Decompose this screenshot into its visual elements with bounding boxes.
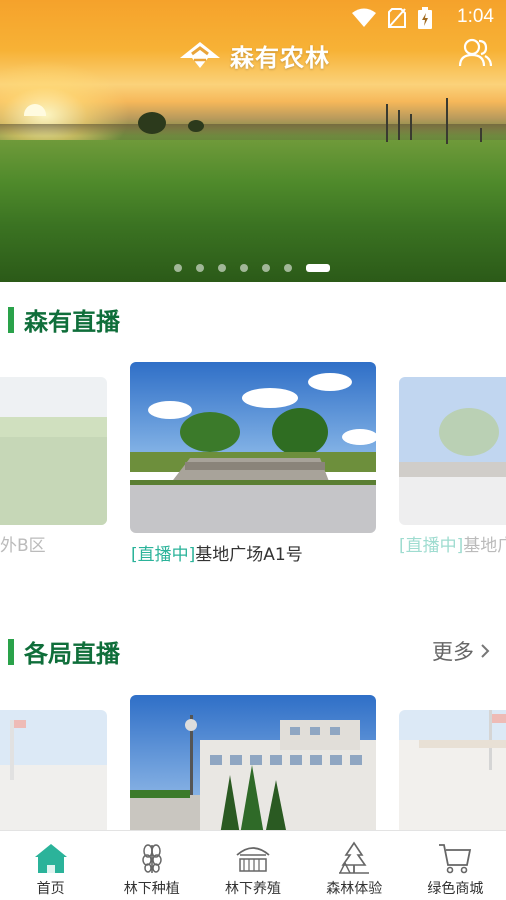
section-title-live: 森有直播 xyxy=(24,308,120,336)
plant-icon xyxy=(142,844,162,873)
power-pole xyxy=(410,114,412,140)
live-status-tag: [直播中] xyxy=(399,536,464,556)
card-thumbnail xyxy=(130,695,376,835)
home-icon xyxy=(34,844,67,873)
live-card-title: 基地广 xyxy=(463,536,506,556)
section-title-bureau: 各局直播 xyxy=(24,640,120,668)
app-screen: 1:04 森有农林 森有直播 外B区 [直播中]基地广场A1号 [直播中]基地广… xyxy=(0,0,506,900)
hero-banner[interactable]: 1:04 森有农林 xyxy=(0,0,506,282)
nav-label: 首页 xyxy=(36,881,65,897)
meadow xyxy=(0,140,506,282)
pagination-dot[interactable] xyxy=(174,264,182,272)
live-card-next-caption: [直播中]基地广 xyxy=(399,531,506,556)
section-accent-bar xyxy=(8,306,14,333)
no-sim-icon xyxy=(388,8,406,28)
bureau-card-prev[interactable] xyxy=(0,710,107,835)
nav-home[interactable]: 首页 xyxy=(0,831,101,900)
nav-forest-planting[interactable]: 林下种植 xyxy=(101,831,202,900)
farm-shed-icon xyxy=(236,847,270,872)
more-link[interactable]: 更多 xyxy=(432,636,490,666)
nav-label: 绿色商城 xyxy=(427,881,484,897)
bottom-navigation: 首页 林下种植 林下养殖 森林体验 绿色商城 xyxy=(0,830,506,900)
pagination-dot[interactable] xyxy=(240,264,248,272)
power-pole xyxy=(398,110,400,140)
wifi-icon xyxy=(352,8,376,27)
forest-tree-icon xyxy=(339,841,370,874)
power-pole xyxy=(446,98,448,144)
bureau-card-next[interactable] xyxy=(399,710,506,835)
tree xyxy=(138,112,166,134)
live-card-main[interactable] xyxy=(130,362,376,533)
card-thumbnail xyxy=(0,710,107,835)
card-thumbnail xyxy=(0,377,107,525)
app-logo: 森有农林 xyxy=(178,38,330,73)
pagination-dot-active[interactable] xyxy=(306,264,330,272)
nav-forest-experience[interactable]: 森林体验 xyxy=(304,831,405,900)
horizon xyxy=(0,124,506,136)
logo-icon xyxy=(180,41,220,68)
battery-icon xyxy=(418,7,432,29)
status-time: 1:04 xyxy=(457,6,494,27)
banner-pagination[interactable] xyxy=(174,264,330,272)
power-pole xyxy=(480,128,482,142)
live-card-prev-caption: 外B区 xyxy=(0,536,46,556)
pagination-dot[interactable] xyxy=(218,264,226,272)
bureau-card-main[interactable] xyxy=(130,695,376,835)
section-header-bureau: 各局直播 xyxy=(8,634,120,669)
live-card-next[interactable] xyxy=(399,377,506,525)
live-card-title: 基地广场A1号 xyxy=(195,545,303,565)
app-title: 森有农林 xyxy=(230,43,330,72)
nav-label: 林下种植 xyxy=(123,881,180,897)
live-card-main-caption: [直播中]基地广场A1号 xyxy=(131,540,303,565)
live-card-prev[interactable] xyxy=(0,377,107,525)
chevron-right-icon xyxy=(481,644,490,658)
cart-icon xyxy=(439,844,472,874)
power-pole xyxy=(386,104,388,142)
section-header-live: 森有直播 xyxy=(8,302,120,337)
nav-forest-breeding[interactable]: 林下养殖 xyxy=(202,831,303,900)
more-label: 更多 xyxy=(432,640,474,664)
section-accent-bar xyxy=(8,638,14,665)
nav-label: 林下养殖 xyxy=(225,881,281,897)
users-icon xyxy=(458,38,493,67)
pagination-dot[interactable] xyxy=(262,264,270,272)
pagination-dot[interactable] xyxy=(196,264,204,272)
nav-label: 森林体验 xyxy=(326,881,383,897)
card-thumbnail xyxy=(130,362,376,533)
status-icons xyxy=(352,7,432,29)
nav-green-mall[interactable]: 绿色商城 xyxy=(405,831,506,900)
live-status-tag: [直播中] xyxy=(131,545,196,565)
tree xyxy=(188,120,204,132)
pagination-dot[interactable] xyxy=(284,264,292,272)
status-bar: 1:04 xyxy=(0,0,506,34)
user-profile-button[interactable] xyxy=(458,38,493,68)
card-thumbnail xyxy=(399,377,506,525)
card-thumbnail xyxy=(399,710,506,835)
